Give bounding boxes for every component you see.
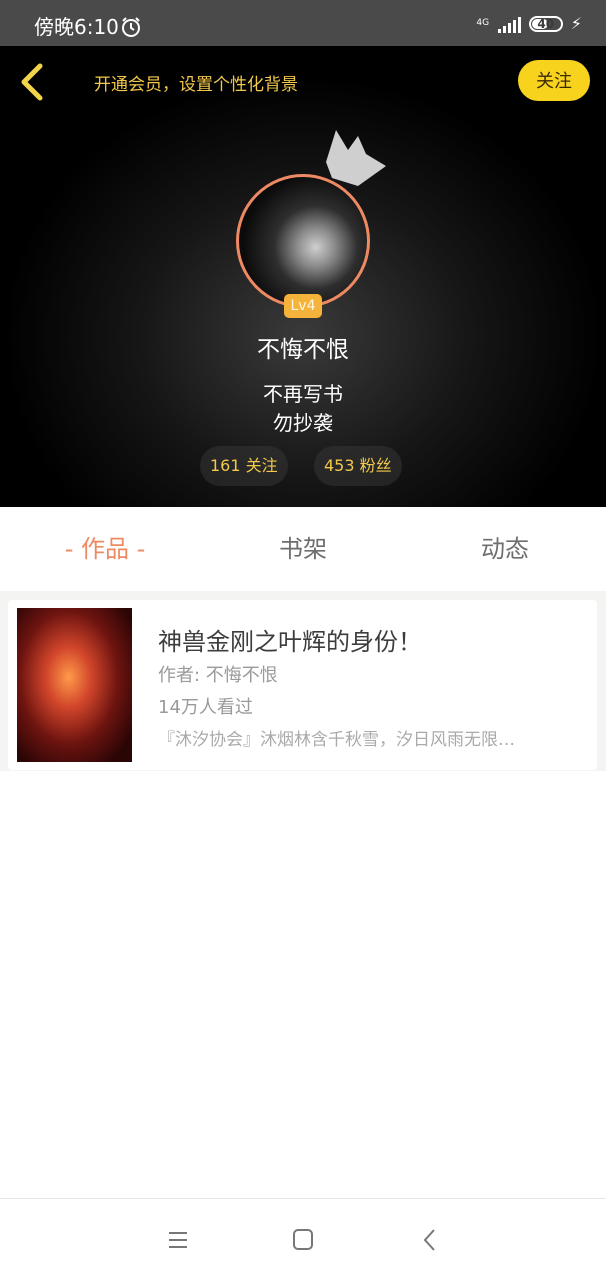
fans-count[interactable]: 453 粉丝 [314, 446, 402, 486]
following-count[interactable]: 161 关注 [200, 446, 288, 486]
bio-line-2: 勿抄袭 [273, 411, 333, 435]
battery-level: 40 [537, 16, 555, 31]
alarm-icon [122, 17, 140, 37]
follow-button[interactable]: 关注 [518, 60, 590, 101]
status-time: 傍晚6:10 [34, 15, 119, 39]
system-nav-bar [0, 1198, 606, 1281]
book-title: 神兽金刚之叶辉的身份！ [158, 628, 422, 656]
book-author: 作者: 不悔不恨 [158, 665, 278, 686]
vip-background-link[interactable]: 开通会员，设置个性化背景 [94, 70, 298, 95]
username: 不悔不恨 [257, 337, 349, 363]
menu-icon[interactable] [163, 1225, 193, 1255]
list-item[interactable]: 神兽金刚之叶辉的身份！ 作者: 不悔不恨 14万人看过 『沐汐协会』沐烟林含千秋… [8, 600, 597, 770]
charging-icon: ⚡ [570, 14, 582, 33]
network-label: 4G [476, 18, 490, 28]
profile-header: 开通会员，设置个性化背景 关注 Lv4 不悔不恨 不再写书 勿抄袭 161 关注… [0, 46, 606, 507]
avatar[interactable] [236, 174, 370, 308]
book-cover[interactable] [17, 608, 132, 762]
signal-icon [497, 15, 521, 33]
status-bar: 傍晚6:10 4G 40 ⚡ [0, 0, 606, 46]
book-views: 14万人看过 [158, 697, 253, 718]
battery-icon: 40 [528, 15, 563, 32]
bio-line-1: 不再写书 [263, 382, 343, 406]
level-badge: Lv4 [284, 294, 322, 318]
nav-back-icon[interactable] [415, 1225, 445, 1255]
back-arrow-icon[interactable] [12, 60, 52, 104]
book-description: 『沐汐协会』沐烟林含千秋雪，汐日风雨无限… [158, 730, 515, 750]
home-square-icon[interactable] [288, 1225, 318, 1255]
profile-tabs: - 作品 - 书架 动态 [0, 507, 606, 591]
tab-works[interactable]: - 作品 - [40, 507, 170, 591]
tab-activity[interactable]: 动态 [445, 507, 565, 591]
tab-bookshelf[interactable]: 书架 [243, 507, 363, 591]
status-indicators: 4G 40 ⚡ [476, 14, 582, 33]
crown-icon [326, 130, 386, 186]
